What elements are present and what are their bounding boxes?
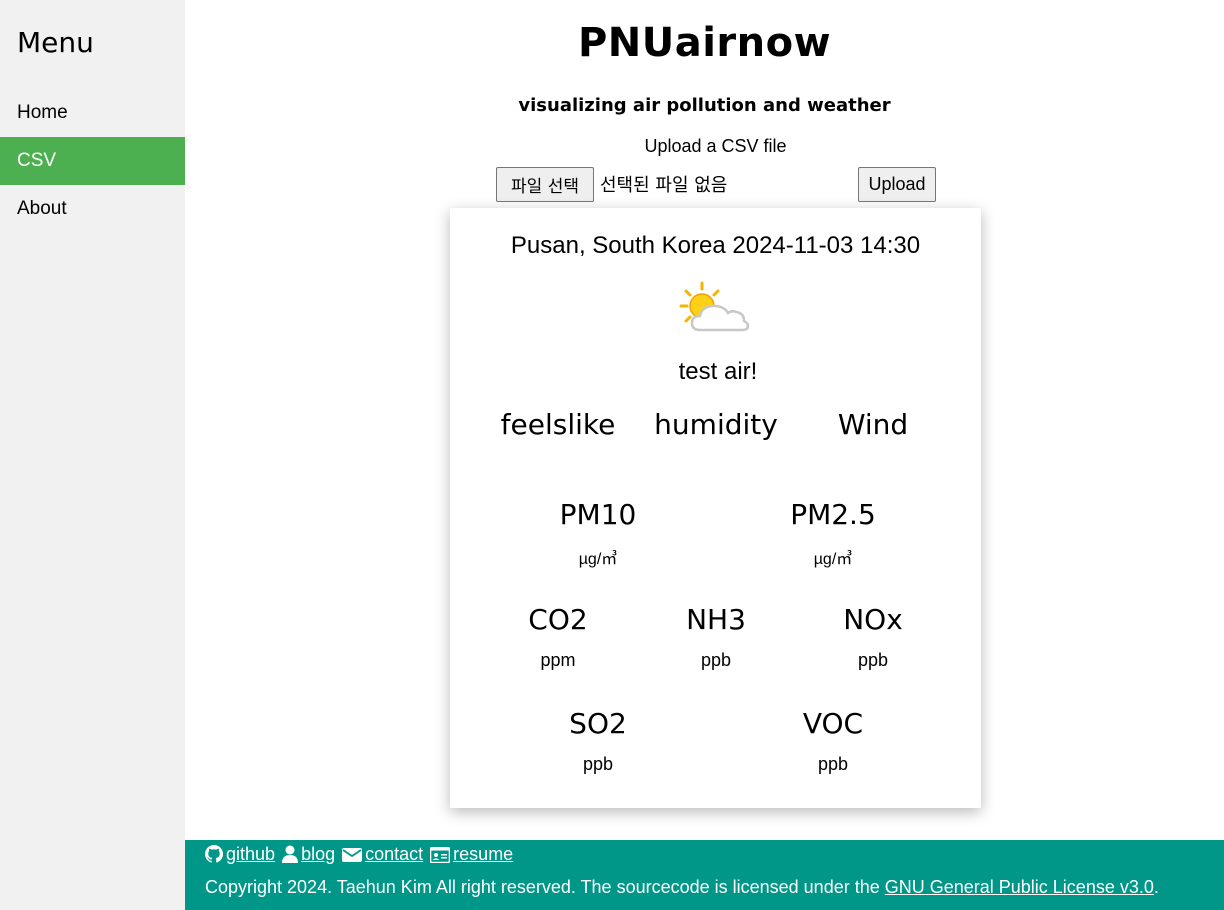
sidebar-item-csv[interactable]: CSV (0, 137, 185, 185)
metric-label: humidity (654, 408, 778, 441)
footer: github blog contact resume Copyright 202… (185, 840, 1224, 910)
metric-label: CO2 (528, 603, 588, 636)
page-title: PNUairnow (577, 20, 832, 66)
github-icon (205, 845, 223, 863)
metric-label: NH3 (686, 603, 746, 636)
partly-cloudy-icon (679, 281, 750, 332)
id-card-icon (429, 846, 451, 864)
sidebar-title: Menu (17, 26, 94, 59)
voc-metric: VOC ppb (759, 707, 907, 775)
pm25-metric: PM2.5 µg/㎥ (759, 498, 907, 569)
metric-label: PM2.5 (790, 498, 876, 531)
upload-button[interactable]: Upload (858, 167, 936, 202)
sidebar: Menu Home CSV About (0, 0, 185, 910)
feelslike-metric: feelslike (486, 408, 630, 441)
copyright-suffix: . (1153, 877, 1159, 897)
sidebar-item-home[interactable]: Home (0, 89, 185, 137)
pm10-metric: PM10 µg/㎥ (524, 498, 672, 569)
no-file-text: 선택된 파일 없음 (600, 175, 728, 196)
copyright-prefix: Copyright 2024. Taehun Kim All right res… (205, 877, 885, 897)
co2-metric: CO2 ppm (486, 603, 630, 671)
metric-unit: ppm (540, 650, 576, 670)
sidebar-item-about[interactable]: About (0, 185, 185, 233)
envelope-icon (342, 848, 363, 862)
resume-link[interactable]: resume (453, 844, 513, 864)
metric-label: feelslike (500, 408, 616, 441)
metric-label: Wind (837, 408, 909, 441)
metric-unit: µg/㎥ (813, 551, 853, 568)
github-link[interactable]: github (226, 844, 275, 864)
metric-label: VOC (802, 707, 864, 740)
license-link[interactable]: GNU General Public License v3.0 (885, 877, 1154, 897)
weather-card: Pusan, South Korea 2024-11-03 14:30 test… (450, 208, 981, 808)
humidity-metric: humidity (644, 408, 788, 441)
metric-unit: µg/㎥ (578, 551, 618, 568)
contact-link[interactable]: contact (365, 844, 423, 864)
page-subtitle: visualizing air pollution and weather (518, 95, 891, 116)
metric-label: NOx (843, 603, 903, 636)
upload-label: Upload a CSV file (644, 136, 787, 156)
location-time: Pusan, South Korea 2024-11-03 14:30 (510, 232, 921, 259)
so2-metric: SO2 ppb (524, 707, 672, 775)
choose-file-button[interactable]: 파일 선택 (496, 167, 594, 202)
nh3-metric: NH3 ppb (644, 603, 788, 671)
metric-unit: ppb (817, 754, 849, 774)
metric-label: PM10 (559, 498, 637, 531)
footer-links: github blog contact resume (205, 844, 515, 865)
copyright-text: Copyright 2024. Taehun Kim All right res… (205, 877, 1159, 898)
metric-unit: ppb (700, 650, 732, 670)
nox-metric: NOx ppb (801, 603, 945, 671)
wind-metric: Wind (801, 408, 945, 441)
blog-link[interactable]: blog (301, 844, 335, 864)
metric-label: SO2 (569, 707, 627, 740)
metric-unit: ppb (857, 650, 889, 670)
metric-unit: ppb (582, 754, 614, 774)
main-content: PNUairnow visualizing air pollution and … (185, 0, 1224, 840)
air-description: test air! (678, 358, 758, 385)
user-icon (282, 845, 299, 863)
